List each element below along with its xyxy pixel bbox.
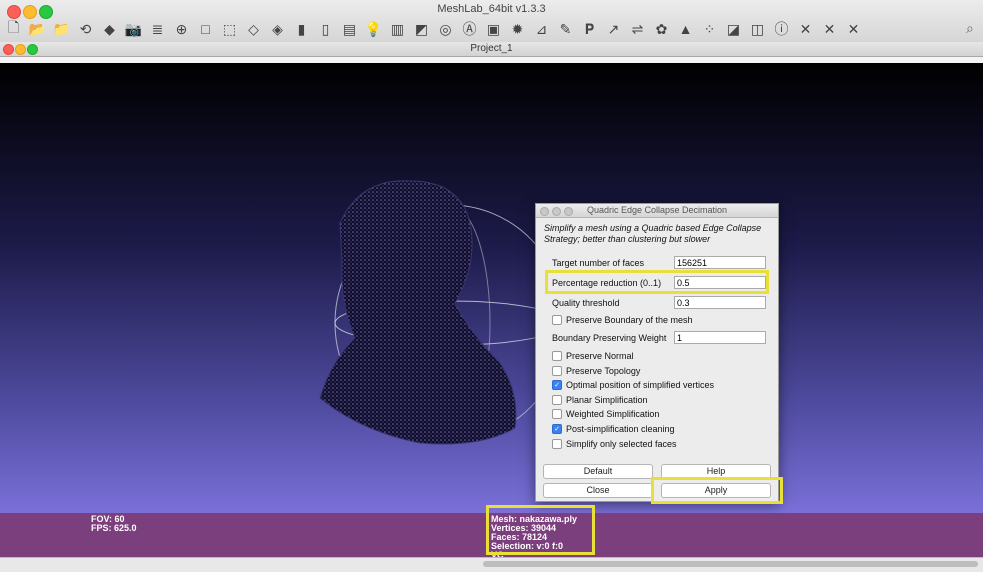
horizontal-scrollbar[interactable]: [483, 561, 978, 567]
dialog-title: Quadric Edge Collapse Decimation: [586, 205, 728, 215]
backface-icon[interactable]: ◩: [410, 18, 433, 40]
open-folder-icon[interactable]: 📂: [26, 18, 49, 40]
align-icon[interactable]: ⊕: [170, 18, 193, 40]
apply-button[interactable]: Apply: [661, 483, 771, 498]
snapshot-icon[interactable]: 📷: [122, 18, 145, 40]
texture-icon[interactable]: ▤: [338, 18, 361, 40]
box-view-icon[interactable]: □: [194, 18, 217, 40]
boundary-weight-input[interactable]: [674, 331, 766, 344]
default-button[interactable]: Default: [543, 464, 653, 479]
checkbox-optimal-position-of-simplified-vertices[interactable]: ✓ Optimal position of simplified vertices: [552, 379, 714, 391]
checkbox-label: Post-simplification cleaning: [566, 424, 675, 434]
mesh-info: Mesh: nakazawa.ply Vertices: 39044 Faces…: [491, 515, 577, 560]
checkbox-box[interactable]: [552, 365, 562, 376]
checkbox-box[interactable]: [552, 394, 562, 405]
select-faces-icon[interactable]: ▲: [674, 18, 697, 40]
delete-faces-icon[interactable]: ✕: [794, 18, 817, 40]
field-boundary-weight: Boundary Preserving Weight: [552, 331, 767, 344]
info-icon[interactable]: ⓘ: [770, 18, 793, 40]
dialog-maximize-button[interactable]: [564, 207, 573, 216]
checkbox-label: Simplify only selected faces: [566, 438, 677, 449]
trackball-icon[interactable]: ◎: [434, 18, 457, 40]
layers-icon[interactable]: ≣: [146, 18, 169, 40]
new-file-icon[interactable]: 🗋: [2, 18, 25, 40]
field-quality-threshold: Quality threshold: [552, 296, 767, 309]
checkbox-planar-simplification[interactable]: Planar Simplification: [552, 394, 648, 406]
double-side-light-icon[interactable]: ▥: [386, 18, 409, 40]
brush-icon[interactable]: 𝐏: [578, 18, 601, 40]
checkbox-box[interactable]: ✓: [552, 380, 562, 391]
color-filter-icon[interactable]: ✹: [506, 18, 529, 40]
dialog-minimize-button[interactable]: [552, 207, 561, 216]
app-title: MeshLab_64bit v1.3.3: [437, 3, 546, 15]
checkbox-label: Preserve Boundary of the mesh: [566, 315, 693, 325]
search-icon[interactable]: ⌕: [966, 20, 982, 36]
percentage-reduction-input[interactable]: [674, 276, 766, 289]
edit-quality-icon[interactable]: ◫: [746, 18, 769, 40]
smooth-shading-icon[interactable]: ▯: [314, 18, 337, 40]
checkbox-label: Preserve Topology: [566, 365, 641, 376]
field-label: Percentage reduction (0..1): [552, 277, 662, 288]
checkbox-box[interactable]: ✓: [552, 424, 562, 434]
checkbox-label: Optimal position of simplified vertices: [566, 380, 715, 391]
document-title: Project_1: [470, 43, 513, 54]
checkbox-label: Preserve Normal: [566, 351, 634, 361]
main-toolbar: 🗋 📂 📁 ⟲ ◆ 📷 ≣ ⊕ □ ⬚ ◇ ◈ ▮ ▯ ▤ 💡 ▥ ◩ ◎ Ⓐ ▣ ✹ ⊿ ✎ 𝐏 ↗ ⇌ ✿ ▲ ⁘ ◪ ◫ ⓘ ✕ ✕ ✕: [2, 18, 865, 42]
checkbox-preserve-normal[interactable]: Preserve Normal: [552, 350, 634, 362]
field-label: Target number of faces: [552, 257, 645, 268]
select-vertices-icon[interactable]: ⁘: [698, 18, 721, 40]
info-bar: FOV: 60 FPS: 625.0 Mesh: nakazawa.ply Ve…: [0, 513, 983, 560]
meshlab-logo-icon[interactable]: ▣: [482, 18, 505, 40]
checkbox-post-simplification-cleaning[interactable]: ✓ Post-simplification cleaning: [552, 423, 675, 435]
checkbox-box[interactable]: [552, 438, 562, 449]
checkbox-weighted-simplification[interactable]: Weighted Simplification: [552, 408, 659, 420]
hidden-lines-icon[interactable]: ◈: [266, 18, 289, 40]
close-button[interactable]: Close: [543, 483, 653, 498]
field-percentage-reduction: Percentage reduction (0..1): [552, 276, 767, 289]
checkbox-label: Planar Simplification: [566, 394, 648, 405]
3d-viewport[interactable]: [0, 63, 983, 513]
annotation-a-icon[interactable]: Ⓐ: [458, 18, 481, 40]
lighting-icon[interactable]: 💡: [362, 18, 385, 40]
mesh-render: [319, 180, 566, 445]
checkbox-box[interactable]: [552, 351, 562, 361]
field-label: Boundary Preserving Weight: [552, 332, 667, 343]
field-target-faces: Target number of faces: [552, 256, 767, 269]
dialog-description: Simplify a mesh using a Quadric based Ed…: [544, 223, 762, 244]
checkbox-label: Weighted Simplification: [566, 409, 660, 420]
pickpoint-icon[interactable]: ↗: [602, 18, 625, 40]
app-title-bar: MeshLab_64bit v1.3.3 🗋 📂 📁 ⟲ ◆ 📷 ≣ ⊕ □ ⬚ ◇ ◈ ▮ ▯ ▤ 💡 ▥ ◩ ◎…: [0, 0, 983, 43]
checkbox-preserve-topology[interactable]: Preserve Topology: [552, 365, 640, 377]
select-area-icon[interactable]: ◪: [722, 18, 745, 40]
document-title-bar: Project_1: [0, 42, 983, 57]
checkbox-simplify-only-selected-faces[interactable]: Simplify only selected faces: [552, 438, 677, 450]
flat-shading-icon[interactable]: ▮: [290, 18, 313, 40]
help-button[interactable]: Help: [661, 464, 771, 479]
dialog-close-button[interactable]: [540, 207, 549, 216]
dialog-title-bar: Quadric Edge Collapse Decimation: [536, 204, 778, 218]
measure-icon[interactable]: ⊿: [530, 18, 553, 40]
point-cloud-bust: [319, 180, 517, 445]
checkbox-box[interactable]: [552, 409, 562, 420]
align-points-icon[interactable]: ⇌: [626, 18, 649, 40]
decimation-dialog: Quadric Edge Collapse Decimation Simplif…: [535, 203, 779, 502]
checkbox-box[interactable]: [552, 315, 562, 325]
points-view-icon[interactable]: ⬚: [218, 18, 241, 40]
open-project-icon[interactable]: 📁: [50, 18, 73, 40]
import-mesh-icon[interactable]: ◆: [98, 18, 121, 40]
field-label: Quality threshold: [552, 297, 620, 308]
delete-vertices-icon[interactable]: ✕: [818, 18, 841, 40]
delete-selection-icon[interactable]: ✕: [842, 18, 865, 40]
target-faces-input[interactable]: [674, 256, 766, 269]
reload-icon[interactable]: ⟲: [74, 18, 97, 40]
z-painting-icon[interactable]: ✿: [650, 18, 673, 40]
wireframe-icon[interactable]: ◇: [242, 18, 265, 40]
fps-label: FPS: 625.0: [91, 523, 137, 533]
render-stats: FOV: 60 FPS: 625.0: [91, 515, 137, 533]
paint-icon[interactable]: ✎: [554, 18, 577, 40]
checkbox-preserve-boundary[interactable]: Preserve Boundary of the mesh: [552, 314, 693, 326]
quality-threshold-input[interactable]: [674, 296, 766, 309]
